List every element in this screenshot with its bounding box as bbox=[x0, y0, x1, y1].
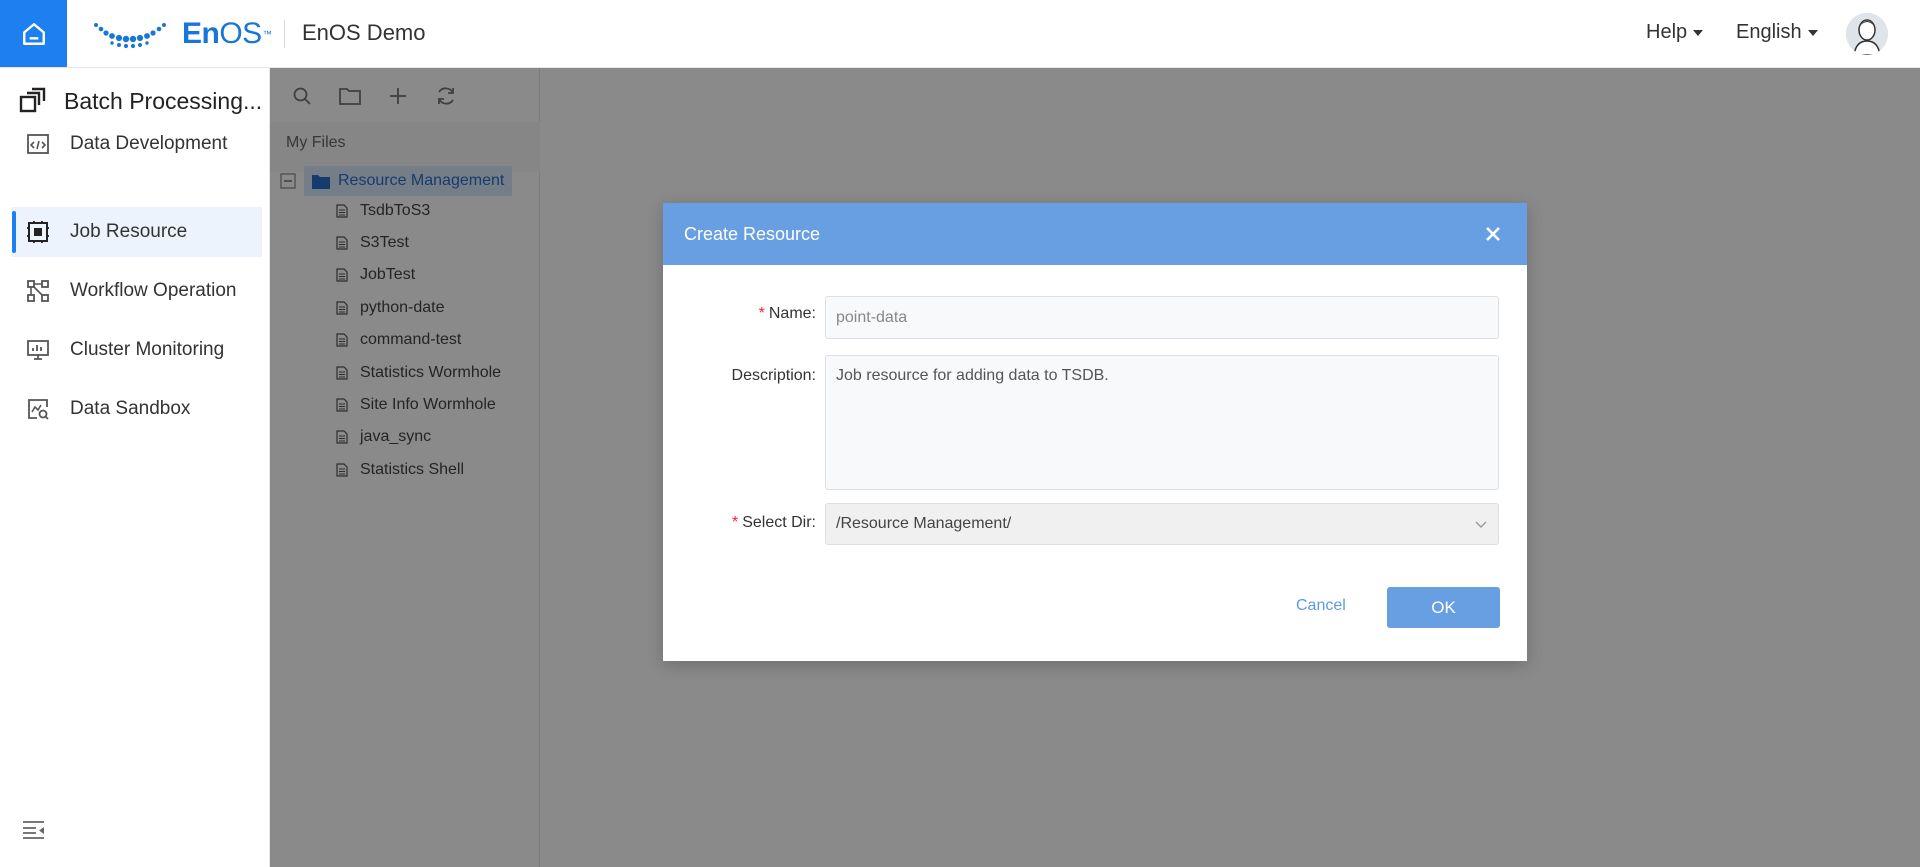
trademark: ™ bbox=[262, 29, 272, 39]
sidebar-item-data-development[interactable]: Data Development bbox=[12, 119, 262, 169]
sidebar-item-job-resource[interactable]: Job Resource bbox=[12, 207, 262, 257]
language-label: English bbox=[1736, 21, 1802, 43]
sidebar-item-data-sandbox[interactable]: Data Sandbox bbox=[12, 384, 262, 434]
name-field[interactable]: point-data bbox=[825, 296, 1499, 339]
create-resource-dialog: Create Resource * Name: point-data Descri… bbox=[663, 203, 1527, 661]
sidebar-item-cluster-monitoring[interactable]: Cluster Monitoring bbox=[12, 325, 262, 375]
app-title-label: Batch Processing... bbox=[64, 87, 263, 114]
select-dir-value: /Resource Management/ bbox=[836, 515, 1012, 532]
sidebar-item-label: Job Resource bbox=[70, 221, 188, 242]
cancel-button[interactable]: Cancel bbox=[1296, 597, 1346, 615]
collapse-menu-icon bbox=[23, 821, 44, 839]
help-menu[interactable]: Help bbox=[1646, 21, 1704, 44]
home-button[interactable] bbox=[0, 0, 67, 67]
chevron-down-icon bbox=[1475, 521, 1487, 528]
app-title: Batch Processing... bbox=[18, 86, 262, 116]
sidebar-item-label: Cluster Monitoring bbox=[70, 339, 225, 360]
sidebar-item-workflow-operation[interactable]: Workflow Operation bbox=[12, 266, 262, 316]
collapse-sidebar-button[interactable] bbox=[22, 820, 46, 845]
sidebar-item-label: Workflow Operation bbox=[70, 280, 237, 301]
select-dir-dropdown[interactable]: /Resource Management/ bbox=[825, 503, 1499, 545]
sidebar-item-label: Data Sandbox bbox=[70, 398, 191, 419]
brand-name: EnOS bbox=[182, 17, 262, 50]
user-avatar[interactable] bbox=[1846, 13, 1888, 55]
workflow-icon bbox=[27, 280, 49, 302]
job-resource-icon bbox=[27, 221, 49, 243]
required-marker: * bbox=[758, 305, 765, 322]
caret-down-icon bbox=[1693, 29, 1704, 36]
sidebar: Batch Processing... Data Development Job… bbox=[0, 68, 270, 867]
batch-processing-icon bbox=[19, 87, 46, 113]
home-icon bbox=[22, 22, 45, 45]
description-field-value: Job resource for adding data to TSDB. bbox=[836, 367, 1109, 384]
sandbox-icon bbox=[28, 399, 49, 420]
required-marker: * bbox=[731, 514, 739, 531]
logo-dots-icon bbox=[94, 23, 166, 49]
select-dir-label: * Select Dir: bbox=[731, 514, 816, 531]
help-label: Help bbox=[1646, 21, 1688, 43]
dialog-header: Create Resource bbox=[663, 203, 1527, 265]
language-menu[interactable]: English bbox=[1736, 21, 1818, 44]
sidebar-item-label: Data Development bbox=[70, 133, 228, 154]
data-development-icon bbox=[27, 134, 49, 154]
monitor-icon bbox=[27, 340, 49, 360]
enos-logo[interactable]: EnOS ™ bbox=[92, 16, 272, 52]
org-name: EnOS Demo bbox=[302, 20, 426, 45]
caret-down-icon bbox=[1807, 29, 1818, 36]
name-label: * Name: bbox=[758, 305, 816, 322]
name-field-value: point-data bbox=[836, 308, 908, 326]
dialog-close-button[interactable] bbox=[1483, 224, 1503, 244]
user-icon bbox=[1846, 13, 1888, 55]
header-divider bbox=[284, 20, 285, 48]
top-header: EnOS ™ EnOS Demo Help English bbox=[0, 0, 1920, 68]
ok-button[interactable]: OK bbox=[1387, 587, 1500, 628]
close-icon bbox=[1486, 227, 1500, 241]
description-label: Description: bbox=[731, 367, 816, 384]
description-field[interactable]: Job resource for adding data to TSDB. bbox=[825, 355, 1499, 490]
dialog-title: Create Resource bbox=[684, 223, 821, 244]
